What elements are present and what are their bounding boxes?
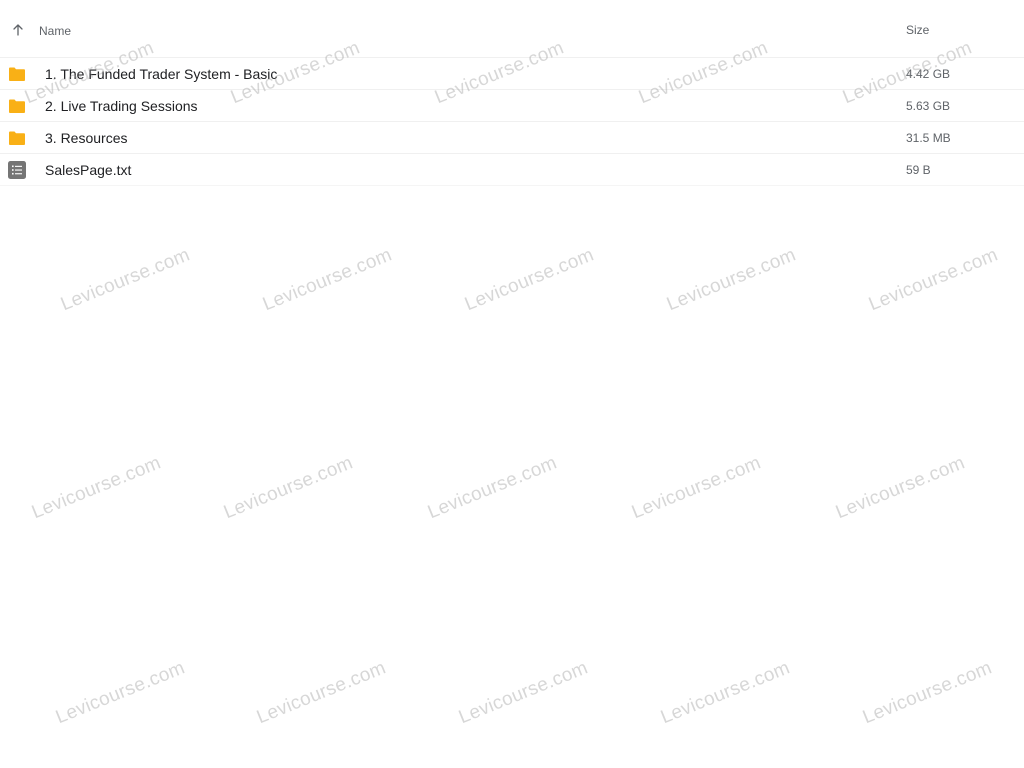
watermark-text: Levicourse.com (455, 657, 592, 729)
file-list: 1. The Funded Trader System - Basic 4.42… (0, 58, 1024, 186)
watermark-text: Levicourse.com (57, 244, 194, 316)
watermark-text: Levicourse.com (859, 657, 996, 729)
item-name: 1. The Funded Trader System - Basic (45, 66, 278, 82)
watermark-text: Levicourse.com (663, 244, 800, 316)
item-name: 3. Resources (45, 130, 128, 146)
list-item-folder[interactable]: 1. The Funded Trader System - Basic 4.42… (0, 58, 1024, 90)
file-browser: Name Size 1. The Funded Trader System - … (0, 0, 1024, 768)
list-item-folder[interactable]: 3. Resources 31.5 MB (0, 122, 1024, 154)
item-size: 31.5 MB (906, 131, 951, 145)
folder-icon (8, 97, 26, 115)
item-name: 2. Live Trading Sessions (45, 98, 198, 114)
arrow-up-icon[interactable] (10, 22, 26, 38)
watermark-text: Levicourse.com (220, 452, 357, 524)
watermark-text: Levicourse.com (657, 657, 794, 729)
column-header-name[interactable]: Name (39, 24, 71, 38)
list-header: Name Size (0, 0, 1024, 58)
text-file-icon (8, 161, 26, 179)
item-size: 5.63 GB (906, 99, 951, 113)
watermark-text: Levicourse.com (461, 244, 598, 316)
watermark-text: Levicourse.com (28, 452, 165, 524)
item-size: 4.42 GB (906, 67, 951, 81)
watermark-text: Levicourse.com (865, 244, 1002, 316)
watermark-text: Levicourse.com (424, 452, 561, 524)
list-item-folder[interactable]: 2. Live Trading Sessions 5.63 GB (0, 90, 1024, 122)
item-name: SalesPage.txt (45, 162, 132, 178)
watermark-text: Levicourse.com (259, 244, 396, 316)
watermark-text: Levicourse.com (253, 657, 390, 729)
watermark-text: Levicourse.com (832, 452, 969, 524)
list-item-file[interactable]: SalesPage.txt 59 B (0, 154, 1024, 186)
folder-icon (8, 129, 26, 147)
column-header-size[interactable]: Size (906, 23, 929, 37)
item-size: 59 B (906, 163, 931, 177)
folder-icon (8, 65, 26, 83)
watermark-text: Levicourse.com (628, 452, 765, 524)
watermark-text: Levicourse.com (52, 657, 189, 729)
